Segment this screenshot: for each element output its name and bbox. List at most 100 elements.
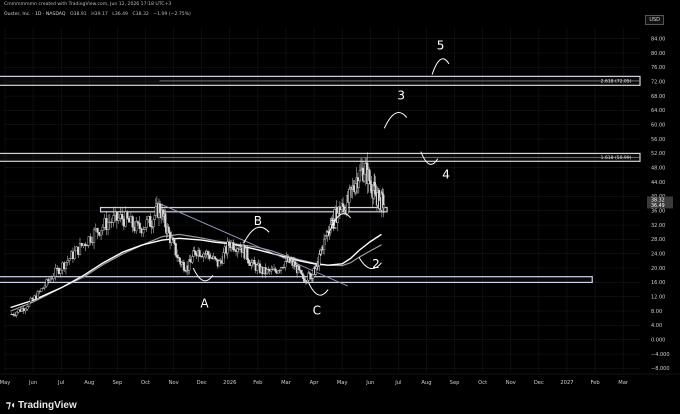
candle-body	[149, 216, 152, 227]
candle-body	[26, 306, 29, 310]
candle-body	[61, 262, 64, 271]
candle-body	[122, 218, 125, 227]
candle-body	[222, 252, 225, 264]
wave-label: A	[200, 297, 209, 311]
candle-body	[112, 215, 115, 223]
candle-body	[382, 204, 386, 208]
candle-body	[66, 260, 69, 263]
price-chart[interactable]: 2.618 (72.05) 1.618 (50.99) A B C 1 2 3 4 5 84.0…	[0, 0, 680, 414]
candle-body	[167, 226, 170, 233]
wave-label: 3	[397, 89, 405, 103]
brand-name: TradingView	[18, 400, 77, 411]
fib-level-label: 1.618 (50.99)	[601, 155, 632, 161]
time-tick-label: May	[0, 380, 10, 386]
candle-body	[70, 251, 73, 259]
candle-body	[318, 253, 321, 266]
price-tick-label: 36.00	[651, 209, 665, 215]
price-tick-label: 84.00	[651, 37, 665, 43]
candle-body	[153, 215, 156, 220]
candle-body	[370, 183, 373, 194]
time-tick-label: Apr	[310, 380, 320, 386]
candle-body	[218, 260, 221, 267]
candle-body	[22, 308, 25, 312]
candle-body	[92, 229, 96, 243]
wave-label: C	[313, 304, 321, 318]
candle-body	[135, 221, 138, 232]
price-tick-label: 80.00	[651, 51, 665, 57]
candle-body	[339, 209, 343, 215]
candle-body	[80, 243, 83, 246]
candle-body	[189, 259, 192, 262]
tradingview-logo-icon: ⁊◖	[6, 400, 16, 411]
candle-body	[52, 276, 55, 279]
candle-body	[298, 265, 301, 271]
time-tick-label: Nov	[506, 380, 516, 386]
candle-body	[31, 297, 34, 300]
candle-body	[354, 183, 357, 193]
tradingview-logo[interactable]: ⁊◖ TradingView	[6, 400, 77, 411]
candle-body	[89, 236, 92, 243]
currency-button[interactable]: USD	[645, 15, 664, 25]
price-tick-label: 32.00	[651, 223, 665, 229]
time-tick-label: Jun	[365, 380, 374, 386]
candle-body	[119, 214, 122, 219]
candle-body	[87, 236, 90, 246]
candle-body	[13, 314, 17, 316]
candle-body	[42, 287, 45, 289]
candle-body	[368, 169, 371, 181]
candle-body	[250, 262, 253, 266]
candle-body	[147, 216, 150, 221]
candle-body	[140, 228, 143, 234]
wave-label: 2	[372, 257, 380, 271]
candle-body	[131, 216, 134, 228]
price-tick-label: 60.00	[651, 123, 665, 129]
candle-body	[198, 250, 201, 257]
candle-body	[64, 262, 68, 270]
candle-body	[98, 232, 101, 236]
candle-body	[47, 279, 50, 282]
candle-body	[178, 257, 181, 262]
candle-body	[105, 218, 108, 230]
price-tick-label: 12.00	[651, 295, 665, 301]
time-tick-label: Feb	[253, 380, 263, 386]
publish-info: Cmmmmmmn created with TradingView.com, J…	[4, 2, 172, 7]
ohlc-close: C38.32	[132, 12, 149, 17]
candle-body	[94, 228, 97, 230]
candle-body	[173, 239, 176, 244]
candle-body	[85, 245, 89, 247]
candle-body	[84, 243, 87, 246]
price-tick-label: 68.00	[651, 94, 665, 100]
candle-body	[206, 251, 210, 256]
ohlc-change: −1.09 (−2.75%)	[153, 12, 191, 17]
candle-body	[182, 262, 186, 271]
candle-body	[24, 308, 27, 312]
candle-body	[126, 211, 129, 219]
candle-body	[152, 219, 155, 227]
price-tick-label: 44.00	[651, 180, 665, 186]
candle-body	[232, 242, 235, 250]
candle-body	[143, 227, 147, 230]
candle-body	[57, 268, 61, 274]
candle-body	[19, 309, 22, 312]
time-tick-label: Feb	[590, 380, 600, 386]
candle-body	[138, 222, 141, 229]
candle-body	[191, 256, 194, 263]
price-tick-label: −4.000	[651, 352, 670, 358]
candle-body	[20, 308, 24, 312]
candle-body	[324, 235, 327, 240]
candle-body	[96, 228, 99, 233]
candle-body	[253, 260, 256, 265]
candle-body	[194, 251, 197, 255]
candle-body	[171, 237, 174, 241]
symbol-title[interactable]: Ouster, Inc. · 1D · NASDAQ	[4, 12, 65, 17]
time-tick-label: Aug	[421, 380, 431, 386]
current-price-label: 36.49	[651, 203, 665, 209]
candle-body	[174, 243, 177, 256]
price-tick-label: 64.00	[651, 108, 665, 114]
price-tick-label: 48.00	[651, 166, 665, 172]
candle-body	[77, 246, 80, 255]
candle-body	[213, 256, 217, 259]
candle-body	[274, 268, 277, 272]
time-tick-label: Nov	[169, 380, 179, 386]
price-tick-label: 4.00	[651, 323, 662, 329]
